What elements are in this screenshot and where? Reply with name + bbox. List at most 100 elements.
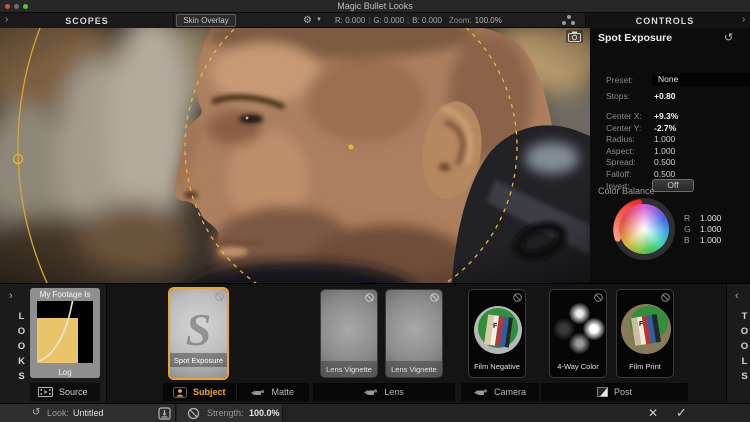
snapshot-camera-button[interactable] <box>566 30 583 43</box>
tab-matte[interactable]: Matte <box>237 383 310 401</box>
tool-reset-icon[interactable]: ↺ <box>724 31 733 44</box>
bypass-icon[interactable] <box>661 293 670 302</box>
cb-r-label: R <box>684 213 691 223</box>
strength-value[interactable]: 100.0% <box>249 408 280 418</box>
look-name-value[interactable]: Untitled <box>73 408 104 418</box>
look-card-lens-vignette-1[interactable]: Lens Vignette <box>320 289 378 378</box>
skin-overlay-button[interactable]: Skin Overlay <box>176 14 236 27</box>
cancel-icon[interactable]: ✕ <box>648 406 658 420</box>
bypass-icon[interactable] <box>365 293 374 302</box>
footer-bar: ↺ Look: Untitled Strength: 100.0% ✕ ✓ <box>0 403 750 422</box>
spread-label: Spread: <box>606 157 636 167</box>
bypass-icon[interactable] <box>215 292 224 301</box>
looks-rail-label: LOOKS <box>16 310 27 386</box>
cb-g-label: G <box>684 224 691 234</box>
bypass-icon[interactable] <box>430 293 439 302</box>
center-y-value[interactable]: -2.7% <box>654 123 676 133</box>
titlebar: Magic Bullet Looks <box>0 0 750 13</box>
invert-toggle-button[interactable]: Off <box>652 179 694 192</box>
wheel-center-handle[interactable] <box>641 226 647 232</box>
tab-subject[interactable]: Subject <box>163 383 236 401</box>
center-x-value[interactable]: +9.3% <box>654 111 678 121</box>
tools-expand-chevron-icon[interactable]: ‹ <box>735 290 739 302</box>
aspect-label: Aspect: <box>606 145 635 156</box>
controls-collapse-chevron-icon[interactable]: › <box>742 15 745 25</box>
look-reset-icon[interactable]: ↺ <box>32 407 40 418</box>
red-giant-molecule-icon[interactable] <box>562 15 576 26</box>
look-card-spot-exposure[interactable]: S Spot Exposure <box>168 287 229 380</box>
color-balance-wheel[interactable] <box>612 197 676 261</box>
bypass-icon[interactable] <box>513 293 522 302</box>
tab-label: Post <box>613 387 632 397</box>
preview-viewport[interactable] <box>0 28 590 283</box>
looks-strip: › LOOKS ‹ TOOLS My Footage Is Log Source… <box>0 283 750 404</box>
zoom-value: 100.0% <box>474 16 502 25</box>
cb-b-label: B <box>684 235 690 245</box>
cb-r-value[interactable]: 1.000 <box>700 213 721 223</box>
tool-title: Spot Exposure <box>598 32 673 44</box>
preset-value: None <box>658 74 679 84</box>
gear-dropdown-caret-icon[interactable]: ▼ <box>316 17 322 23</box>
card-label: Spot Exposure <box>173 356 224 365</box>
aspect-value[interactable]: 1.000 <box>654 146 675 156</box>
preview-image <box>0 28 590 283</box>
matte-icon <box>251 389 265 395</box>
color-balance-label: Color Balance <box>598 186 655 196</box>
disable-strength-icon[interactable] <box>187 407 200 420</box>
stops-label: Stops: <box>606 91 631 101</box>
look-card-4-way-color[interactable]: 4-Way Color <box>549 289 607 378</box>
camera-category-icon <box>473 389 487 395</box>
strength-group: Strength: 100.0% <box>177 404 283 422</box>
filmstrip-icon <box>38 387 53 397</box>
bypass-icon[interactable] <box>594 293 603 302</box>
card-label: Film Negative <box>474 362 520 371</box>
preset-dropdown[interactable]: None ▼ <box>652 73 750 86</box>
gear-icon[interactable]: ⚙ <box>303 15 312 26</box>
film-reel-letter: F <box>639 321 644 328</box>
confirm-icon[interactable]: ✓ <box>676 405 687 421</box>
look-card-film-print[interactable]: F Film Print <box>616 289 674 378</box>
controls-panel: Spot Exposure ↺ Preset: None ▼ Stops: +0… <box>590 28 750 283</box>
radius-value[interactable]: 1.000 <box>654 134 675 144</box>
tab-label: Camera <box>493 387 526 397</box>
stops-value[interactable]: +0.80 <box>654 91 676 101</box>
card-label: Lens Vignette <box>391 365 437 374</box>
tab-camera[interactable]: Camera <box>461 383 539 401</box>
looks-expand-chevron-icon[interactable]: › <box>9 290 13 302</box>
scopes-panel-label: SCOPES <box>65 16 109 26</box>
tab-source[interactable]: Source <box>30 383 100 401</box>
footage-curve-label: Log <box>58 368 72 377</box>
magic-bullet-looks-window: Magic Bullet Looks › SCOPES Skin Overlay… <box>0 0 750 422</box>
tab-label: Subject <box>192 387 226 397</box>
readout-b: B: 0.000 <box>412 16 442 25</box>
zoom-readout: Zoom: 100.0% <box>449 16 502 25</box>
camera-icon <box>568 31 581 42</box>
tools-rail-label: TOOLS <box>739 310 750 386</box>
readout-r: R: 0.000 <box>335 16 366 25</box>
post-icon <box>596 387 608 397</box>
footage-card[interactable]: My Footage Is Log <box>30 288 100 378</box>
source-tab-label: Source <box>59 387 88 397</box>
cb-g-value[interactable]: 1.000 <box>700 224 721 234</box>
spread-value[interactable]: 0.500 <box>654 157 675 167</box>
strength-label: Strength: <box>207 408 244 418</box>
look-label: Look: <box>47 408 70 418</box>
tab-lens[interactable]: Lens <box>313 383 455 401</box>
window-title: Magic Bullet Looks <box>337 1 413 11</box>
subject-person-icon <box>172 386 187 398</box>
radius-label: Radius: <box>606 134 635 144</box>
tools-rail[interactable]: ‹ TOOLS <box>727 284 750 404</box>
readout-g: G: 0.000 <box>373 16 405 25</box>
falloff-label: Falloff: <box>606 168 632 179</box>
save-look-icon[interactable] <box>158 407 171 420</box>
tab-post[interactable]: Post <box>541 383 688 401</box>
cb-b-value[interactable]: 1.000 <box>700 235 721 245</box>
looks-rail[interactable]: › LOOKS <box>0 284 27 404</box>
look-card-film-negative[interactable]: F Film Negative <box>468 289 526 378</box>
spot-card-initial: S <box>185 304 212 355</box>
center-y-label: Center Y: <box>606 122 642 133</box>
look-card-lens-vignette-2[interactable]: Lens Vignette <box>385 289 443 378</box>
falloff-value[interactable]: 0.500 <box>654 169 675 179</box>
rgb-pixel-readout: R: 0.000 | G: 0.000 | B: 0.000 <box>335 16 442 25</box>
toolbar: › SCOPES Skin Overlay ⚙ ▼ R: 0.000 | G: 0.… <box>0 13 750 28</box>
